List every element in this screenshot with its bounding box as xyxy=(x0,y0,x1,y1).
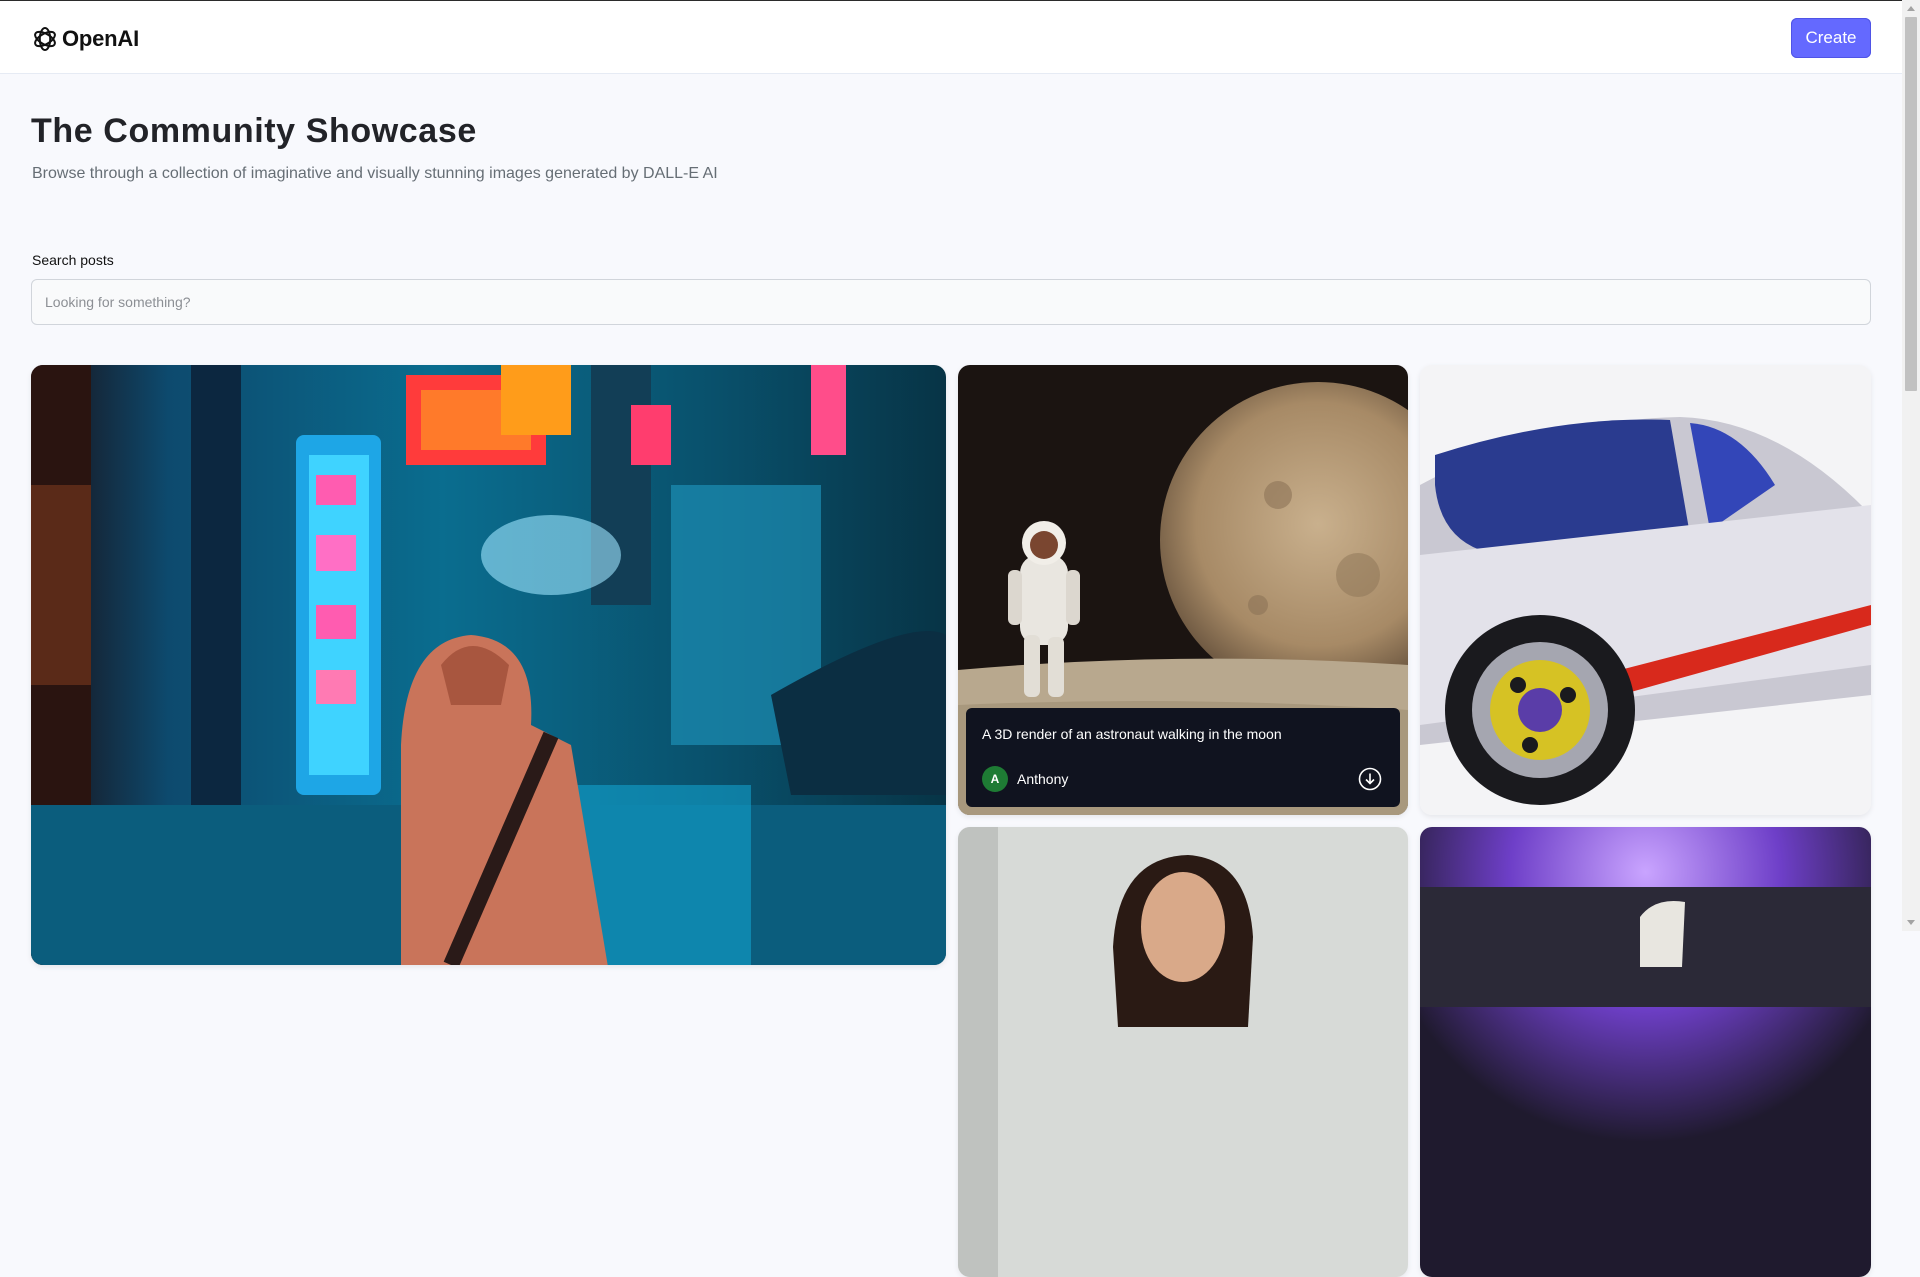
openai-logo[interactable]: OpenAI xyxy=(31,24,139,54)
page-subtitle: Browse through a collection of imaginati… xyxy=(32,165,718,182)
post-card[interactable] xyxy=(958,827,1408,1277)
post-prompt: A 3D render of an astronaut walking in t… xyxy=(982,726,1282,742)
main-content: The Community Showcase Browse through a … xyxy=(0,75,1902,1277)
post-card[interactable] xyxy=(31,365,946,965)
scroll-up-arrow-icon[interactable] xyxy=(1907,6,1915,11)
site-header: OpenAI Create xyxy=(0,1,1902,74)
page-title: The Community Showcase xyxy=(31,112,477,150)
page-scrollbar[interactable] xyxy=(1902,0,1920,931)
post-image xyxy=(1420,827,1871,1277)
openai-logo-icon xyxy=(34,27,56,51)
post-card[interactable]: A 3D render of an astronaut walking in t… xyxy=(958,365,1408,815)
scrollbar-thumb[interactable] xyxy=(1905,17,1917,391)
search-label: Search posts xyxy=(32,252,114,268)
create-button[interactable]: Create xyxy=(1791,18,1871,58)
post-image xyxy=(31,365,946,965)
post-author: Anthony xyxy=(1017,771,1069,787)
scroll-down-arrow-icon[interactable] xyxy=(1907,920,1915,925)
search-input[interactable] xyxy=(31,279,1871,325)
download-icon[interactable] xyxy=(1358,767,1382,791)
avatar: A xyxy=(982,766,1008,792)
post-card[interactable] xyxy=(1420,827,1871,1277)
post-image xyxy=(958,827,1408,1277)
post-details-overlay: A 3D render of an astronaut walking in t… xyxy=(966,708,1400,807)
post-card[interactable] xyxy=(1420,365,1871,815)
post-image xyxy=(1420,365,1871,815)
logo-text: OpenAI xyxy=(62,26,140,51)
